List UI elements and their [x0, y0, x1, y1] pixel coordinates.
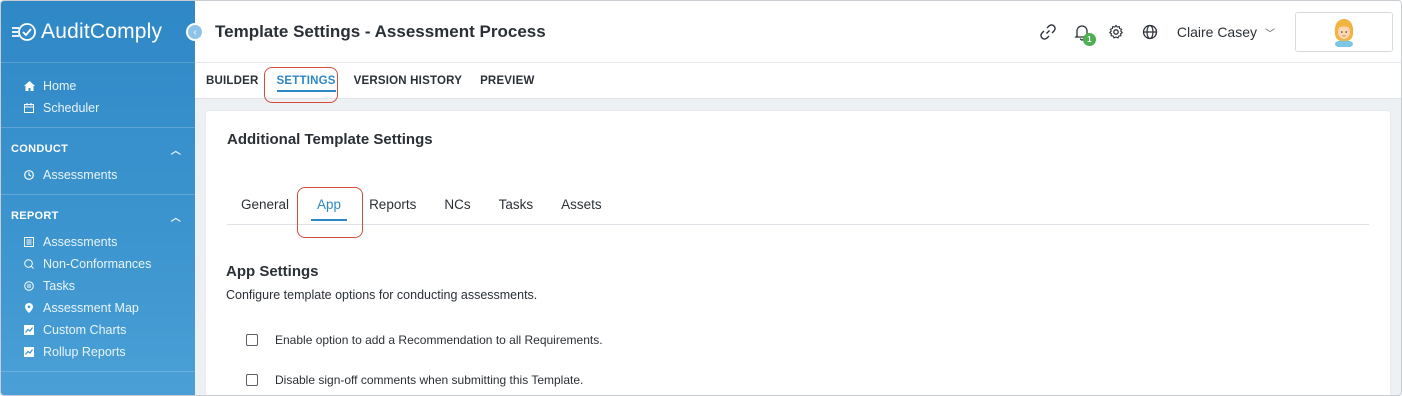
chart-icon [21, 325, 37, 335]
sidebar-item-label: Rollup Reports [43, 345, 126, 359]
sidebar-section-report: REPORT ︿ Assessments Non-Conformances Ta… [1, 195, 195, 372]
chevron-left-icon: ‹ [193, 26, 197, 38]
option-row: Enable option to add a Recommendation to… [246, 333, 603, 347]
user-name: Claire Casey [1176, 24, 1257, 40]
sidebar-item-label: Non-Conformances [43, 257, 152, 271]
avatar-image [1334, 19, 1354, 47]
sidebar-item-label: Tasks [43, 279, 75, 293]
section-title: REPORT [11, 210, 59, 222]
sidebar-item-label: Assessment Map [43, 301, 139, 315]
tab-builder[interactable]: BUILDER [206, 75, 259, 87]
brand[interactable]: AuditComply [1, 1, 195, 63]
tab-version-history[interactable]: VERSION HISTORY [354, 75, 462, 87]
chart-icon [21, 347, 37, 357]
section-header-conduct[interactable]: CONDUCT ︿ [1, 134, 195, 164]
sidebar-item-non-conformances[interactable]: Non-Conformances [1, 253, 195, 275]
sidebar-item-assessment-map[interactable]: Assessment Map [1, 297, 195, 319]
map-pin-icon [21, 303, 37, 313]
option-label: Enable option to add a Recommendation to… [275, 333, 603, 347]
section-description: Configure template options for conductin… [226, 288, 538, 302]
tab-assets[interactable]: Assets [561, 195, 602, 212]
topbar: Template Settings - Assessment Process 1… [195, 1, 1401, 63]
section-title: App Settings [226, 263, 319, 280]
chevron-down-icon: ﹀ [1265, 28, 1275, 40]
sidebar-item-label: Scheduler [43, 101, 100, 115]
card-title: Additional Template Settings [227, 131, 433, 148]
avatar[interactable] [1295, 12, 1393, 52]
top-actions: 1 Claire Casey ﹀ [1031, 1, 1393, 63]
option-row: Disable sign-off comments when submittin… [246, 373, 583, 387]
app-window: AuditComply Home Scheduler CONDUCT ︿ Ass… [0, 0, 1402, 396]
sidebar-item-home[interactable]: Home [1, 75, 195, 97]
sidebar-item-scheduler[interactable]: Scheduler [1, 97, 195, 119]
settings-card: Additional Template Settings General App… [206, 111, 1390, 395]
sidebar-item-tasks[interactable]: Tasks [1, 275, 195, 297]
chevron-up-icon: ︿ [170, 212, 181, 224]
settings-tabs: General App Reports NCs Tasks Assets [227, 195, 1369, 225]
tab-app[interactable]: App [311, 195, 348, 221]
clock-icon [21, 170, 37, 180]
sidebar-collapse-button[interactable]: ‹ [186, 23, 204, 41]
notification-badge: 1 [1082, 33, 1096, 46]
tab-reports[interactable]: Reports [369, 195, 416, 212]
tab-preview[interactable]: PREVIEW [480, 75, 534, 87]
link-icon[interactable] [1031, 23, 1065, 41]
gear-icon[interactable] [1099, 24, 1133, 40]
page-title: Template Settings - Assessment Process [215, 21, 546, 41]
tab-tasks[interactable]: Tasks [499, 195, 534, 212]
signoff-comments-checkbox[interactable] [246, 374, 258, 386]
globe-icon[interactable] [1133, 24, 1167, 40]
sidebar: AuditComply Home Scheduler CONDUCT ︿ Ass… [1, 1, 195, 395]
sidebar-item-label: Assessments [43, 168, 118, 182]
sidebar-item-rollup-reports[interactable]: Rollup Reports [1, 341, 195, 363]
sidebar-item-label: Assessments [43, 235, 118, 249]
logo-icon [11, 22, 37, 42]
tasks-icon [21, 281, 37, 291]
calendar-icon [21, 103, 37, 113]
chevron-up-icon: ︿ [170, 145, 181, 157]
bell-icon[interactable]: 1 [1065, 23, 1099, 46]
brand-name: AuditComply [41, 19, 163, 43]
user-menu[interactable]: Claire Casey ﹀ [1177, 24, 1275, 40]
tab-ncs[interactable]: NCs [444, 195, 470, 212]
tab-general[interactable]: General [241, 195, 289, 212]
recommendation-checkbox[interactable] [246, 334, 258, 346]
section-header-report[interactable]: REPORT ︿ [1, 201, 195, 231]
sidebar-top-group: Home Scheduler [1, 63, 195, 128]
list-icon [21, 237, 37, 247]
sidebar-item-conduct-assessments[interactable]: Assessments [1, 164, 195, 186]
subtabs: BUILDER SETTINGS VERSION HISTORY PREVIEW [195, 63, 1401, 99]
home-icon [21, 81, 37, 91]
sidebar-item-custom-charts[interactable]: Custom Charts [1, 319, 195, 341]
option-label: Disable sign-off comments when submittin… [275, 373, 584, 387]
sidebar-section-conduct: CONDUCT ︿ Assessments [1, 128, 195, 195]
section-title: CONDUCT [11, 143, 69, 155]
search-badge-icon [21, 259, 37, 269]
sidebar-item-label: Custom Charts [43, 323, 127, 337]
sidebar-item-report-assessments[interactable]: Assessments [1, 231, 195, 253]
sidebar-item-label: Home [43, 79, 77, 93]
tab-settings[interactable]: SETTINGS [276, 75, 336, 92]
